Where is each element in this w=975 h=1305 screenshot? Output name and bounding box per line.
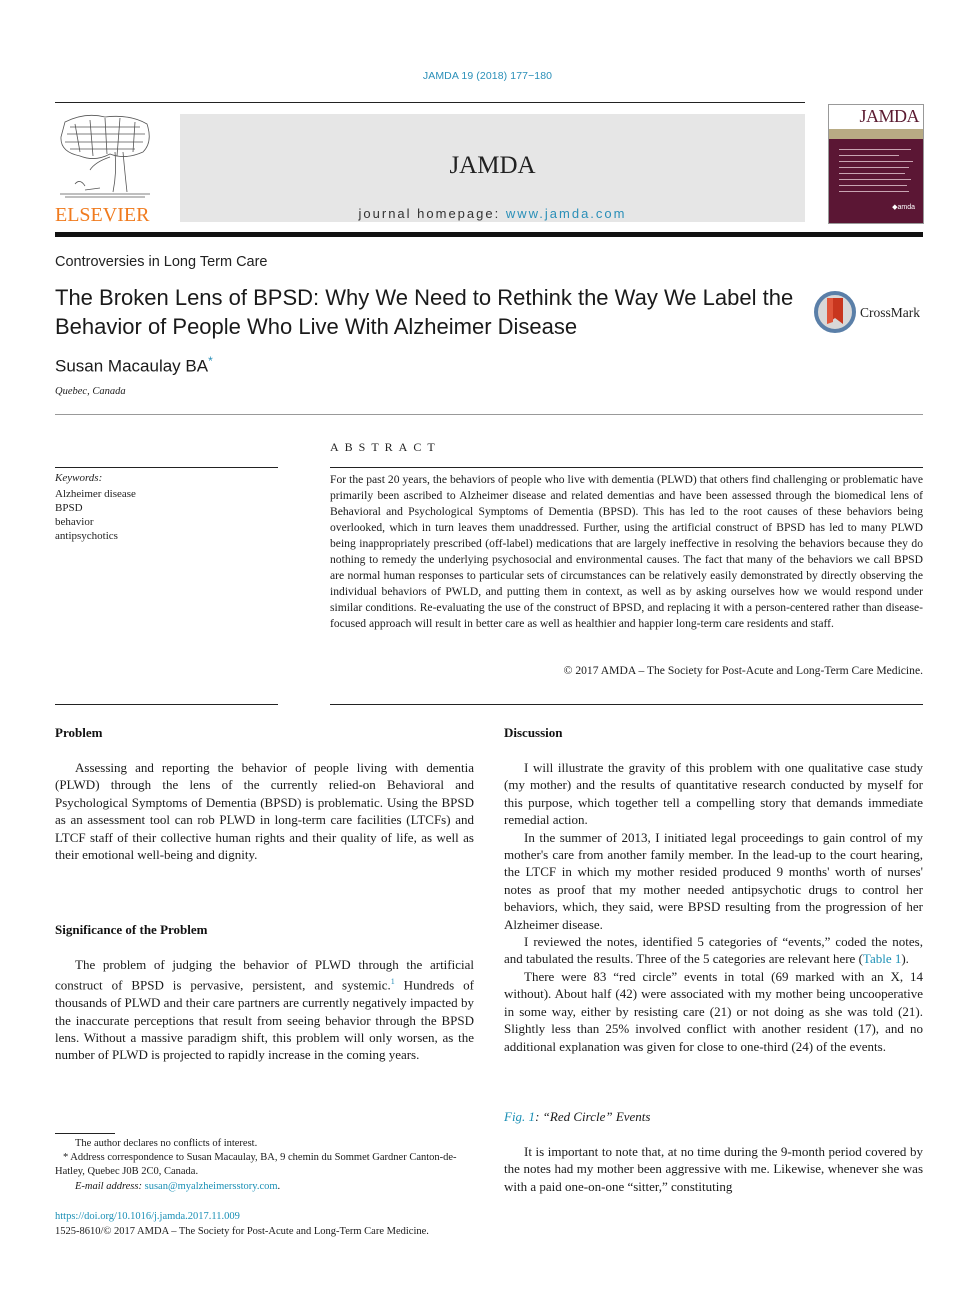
discussion-text: ). <box>901 951 909 967</box>
keywords-divider <box>55 467 278 468</box>
cover-band <box>829 129 923 139</box>
abstract-end-divider <box>330 704 923 705</box>
footnote-address: * Address correspondence to Susan Macaul… <box>55 1152 457 1178</box>
discussion-text: I reviewed the notes, identified 5 categ… <box>504 934 923 967</box>
keyword-item: Alzheimer disease <box>55 488 136 500</box>
discussion-paragraph: There were 83 “red circle” events in tot… <box>504 968 923 1054</box>
cover-title: JAMDA <box>859 106 919 126</box>
keyword-item: BPSD <box>55 502 83 514</box>
figure-caption-text: : “Red Circle” Events <box>535 1109 651 1124</box>
elsevier-tree-icon <box>60 114 150 198</box>
cover-logo: ◆amda <box>892 204 915 211</box>
footnotes: The author declares no conflicts of inte… <box>55 1137 485 1194</box>
author-name: Susan Macaulay BA* <box>55 354 213 377</box>
keywords-end-divider <box>55 704 278 705</box>
discussion-paragraph: I reviewed the notes, identified 5 categ… <box>504 933 923 968</box>
discussion-paragraph: In the summer of 2013, I initiated legal… <box>504 829 923 932</box>
journal-banner: JAMDA journal homepage: www.jamda.com <box>180 114 805 222</box>
keyword-item: behavior <box>55 516 94 528</box>
discussion-paragraph: It is important to note that, at no time… <box>504 1144 923 1194</box>
figure-1-link[interactable]: Fig. 1 <box>504 1109 535 1124</box>
keywords-heading: Keywords: <box>55 472 103 484</box>
significance-heading: Significance of the Problem <box>55 922 208 937</box>
doi-link[interactable]: https://doi.org/10.1016/j.jamda.2017.11.… <box>55 1210 429 1225</box>
article-section-label: Controversies in Long Term Care <box>55 254 268 270</box>
header-thick-divider <box>55 232 923 237</box>
keyword-item: antipsychotics <box>55 530 118 542</box>
issn-copyright: 1525-8610/© 2017 AMDA – The Society for … <box>55 1225 429 1237</box>
journal-cover-thumbnail[interactable]: JAMDA ◆amda <box>828 104 924 224</box>
discussion-heading: Discussion <box>504 725 563 740</box>
problem-heading: Problem <box>55 725 103 740</box>
discussion-paragraph: I will illustrate the gravity of this pr… <box>504 760 923 828</box>
email-end: . <box>277 1180 281 1192</box>
problem-section: Assessing and reporting the behavior of … <box>55 759 474 863</box>
email-label: E-mail address: <box>75 1180 145 1192</box>
figure-caption-ref: Fig. 1: “Red Circle” Events <box>504 1109 650 1125</box>
article-title: The Broken Lens of BPSD: Why We Need to … <box>55 285 794 339</box>
significance-section: The problem of judging the behavior of P… <box>55 956 474 1064</box>
keywords-list: Alzheimer disease BPSD behavior antipsyc… <box>55 487 136 543</box>
cover-header: JAMDA <box>829 105 923 129</box>
journal-citation-link[interactable]: JAMDA 19 (2018) 177−180 <box>0 70 975 82</box>
problem-paragraph: Assessing and reporting the behavior of … <box>55 760 474 863</box>
author-affiliation: Quebec, Canada <box>55 386 126 397</box>
cover-body: ◆amda <box>829 139 923 223</box>
email-link[interactable]: susan@myalzheimersstory.com <box>145 1181 278 1192</box>
discussion-continued: It is important to note that, at no time… <box>504 1143 923 1195</box>
header-divider <box>55 102 805 103</box>
footnote-email: E-mail address: susan@myalzheimersstory.… <box>55 1180 485 1194</box>
journal-name: JAMDA <box>449 152 536 179</box>
homepage-link[interactable]: www.jamda.com <box>506 206 627 221</box>
journal-homepage: journal homepage: www.jamda.com <box>180 206 805 221</box>
abstract-heading: ABSTRACT <box>330 440 441 454</box>
significance-paragraph: The problem of judging the behavior of P… <box>55 956 474 1064</box>
abstract-divider <box>330 467 923 468</box>
footnote-conflict: The author declares no conflicts of inte… <box>75 1138 258 1149</box>
crossmark-label[interactable]: CrossMark <box>860 305 920 321</box>
discussion-section: I will illustrate the gravity of this pr… <box>504 759 923 1055</box>
author-correspondence-mark[interactable]: * <box>208 354 213 368</box>
footnote-divider <box>55 1133 115 1134</box>
abstract-text: For the past 20 years, the behaviors of … <box>330 473 923 630</box>
table-1-link[interactable]: Table 1 <box>863 951 901 966</box>
doi-block: https://doi.org/10.1016/j.jamda.2017.11.… <box>55 1210 429 1239</box>
homepage-label: journal homepage: <box>358 206 506 221</box>
author-name-text: Susan Macaulay BA <box>55 356 209 376</box>
abstract-copyright: © 2017 AMDA – The Society for Post-Acute… <box>563 664 923 677</box>
title-divider <box>55 414 923 415</box>
elsevier-logo: ELSEVIER <box>55 204 150 226</box>
